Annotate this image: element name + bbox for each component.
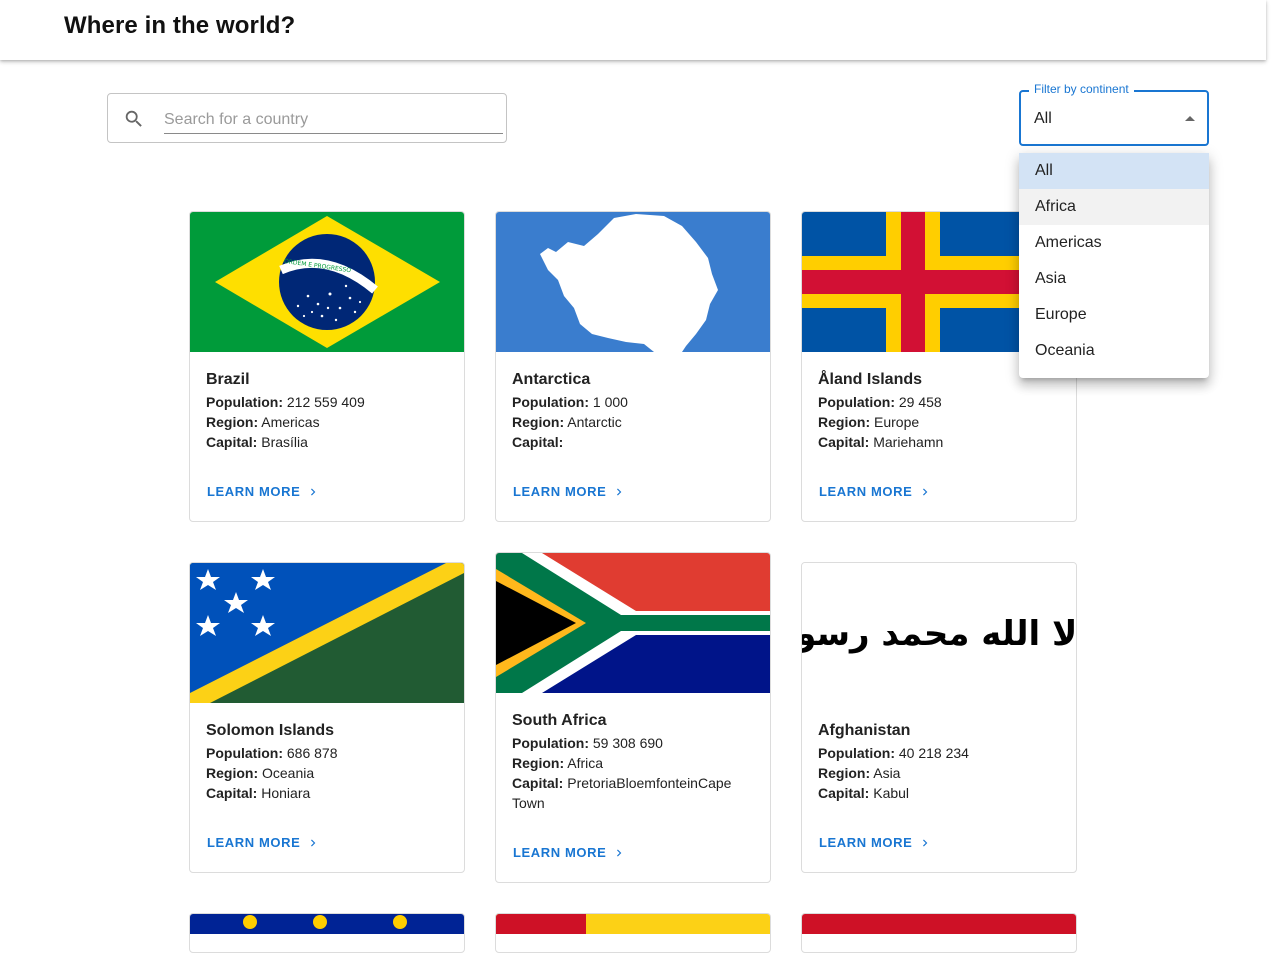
chevron-right-icon — [923, 488, 928, 496]
population-line: Population: 1 000 — [512, 394, 628, 410]
learn-more-button[interactable]: LEARN MORE — [819, 484, 932, 499]
region-line: Region: Asia — [818, 765, 901, 781]
continent-dropdown-menu: All Africa Americas Asia Europe Oceania — [1019, 153, 1209, 378]
country-name: Brazil — [206, 371, 250, 388]
flag-shahada: لا إله إلا الله محمد رسول الله — [802, 614, 1076, 654]
country-card: Solomon Islands Population: 686 878 Regi… — [189, 562, 465, 873]
menu-option-americas[interactable]: Americas — [1019, 225, 1209, 261]
antarctica-flag — [496, 212, 770, 352]
menu-option-europe[interactable]: Europe — [1019, 297, 1209, 333]
solomon-islands-flag — [190, 563, 464, 703]
menu-option-asia[interactable]: Asia — [1019, 261, 1209, 297]
population-line: Population: 40 218 234 — [818, 745, 969, 761]
search-input[interactable] — [164, 106, 503, 134]
region-line: Region: Americas — [206, 414, 320, 430]
learn-more-button[interactable]: LEARN MORE — [513, 845, 626, 860]
capital-line: Capital: Brasília — [206, 434, 308, 450]
afghanistan-flag: لا إله إلا الله محمد رسول الله — [802, 563, 1076, 703]
south-africa-flag — [496, 553, 770, 693]
population-line: Population: 212 559 409 — [206, 394, 365, 410]
capital-line: Capital: Honiara — [206, 785, 311, 801]
region-line: Region: Europe — [818, 414, 920, 430]
capital-line: Capital: Kabul — [818, 785, 910, 801]
capital-line: Capital: — [512, 434, 564, 450]
learn-more-button[interactable]: LEARN MORE — [513, 484, 626, 499]
partial-flag — [802, 914, 1076, 934]
continent-filter-select[interactable]: Filter by continent All — [1019, 82, 1209, 146]
learn-more-button[interactable]: LEARN MORE — [207, 835, 320, 850]
menu-option-oceania[interactable]: Oceania — [1019, 333, 1209, 369]
chevron-right-icon — [311, 839, 316, 847]
region-line: Region: Antarctic — [512, 414, 622, 430]
country-name: Solomon Islands — [206, 722, 335, 739]
country-card: South Africa Population: 59 308 690 Regi… — [495, 552, 771, 883]
menu-option-africa[interactable]: Africa — [1019, 189, 1209, 225]
chevron-right-icon — [311, 488, 316, 496]
country-card: Antarctica Population: 1 000 Region: Ant… — [495, 211, 771, 522]
caret-up-icon — [1185, 116, 1195, 121]
country-name: Afghanistan — [818, 722, 911, 739]
capital-line: Capital: Mariehamn — [818, 434, 944, 450]
brazil-flag: ORDEM E PROGRESSO — [190, 212, 464, 352]
country-card-partial — [801, 913, 1077, 953]
app-header: Where in the world? — [0, 0, 1266, 60]
filter-value: All — [1034, 110, 1052, 127]
country-card: ORDEM E PROGRESSO Brazil Population: 212… — [189, 211, 465, 522]
chevron-right-icon — [617, 488, 622, 496]
country-name: Åland Islands — [818, 371, 923, 388]
partial-flag — [190, 914, 464, 934]
country-name: South Africa — [512, 712, 607, 729]
search-box[interactable] — [107, 93, 507, 143]
population-line: Population: 59 308 690 — [512, 735, 663, 751]
page-title: Where in the world? — [64, 12, 296, 39]
menu-option-all[interactable]: All — [1019, 153, 1209, 189]
country-name: Antarctica — [512, 371, 591, 388]
filter-label: Filter by continent — [1029, 82, 1134, 96]
partial-flag — [496, 914, 770, 934]
chevron-right-icon — [617, 849, 622, 857]
country-card-partial — [495, 913, 771, 953]
region-line: Region: Oceania — [206, 765, 315, 781]
region-line: Region: Africa — [512, 755, 604, 771]
learn-more-button[interactable]: LEARN MORE — [819, 835, 932, 850]
search-icon — [125, 110, 142, 127]
country-card: لا إله إلا الله محمد رسول الله Afghanist… — [801, 562, 1077, 873]
country-card-partial — [189, 913, 465, 953]
learn-more-button[interactable]: LEARN MORE — [207, 484, 320, 499]
chevron-right-icon — [923, 839, 928, 847]
population-line: Population: 686 878 — [206, 745, 338, 761]
capital-line: Capital: PretoriaBloemfonteinCape Town — [512, 775, 732, 811]
population-line: Population: 29 458 — [818, 394, 942, 410]
